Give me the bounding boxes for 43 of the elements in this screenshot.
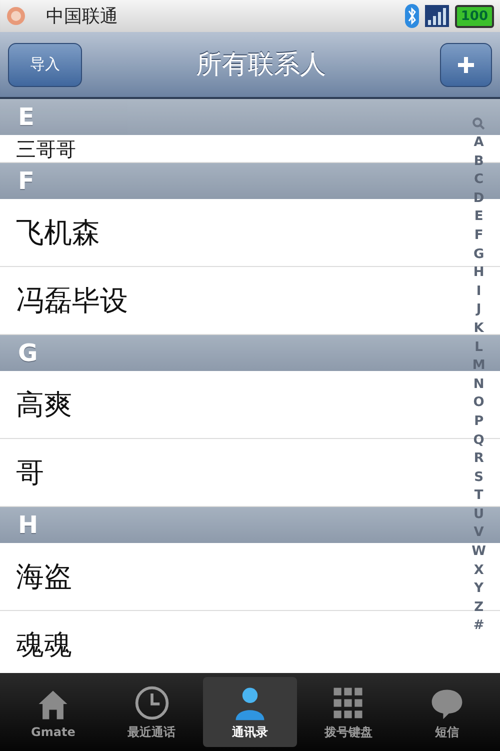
plus-icon [456, 54, 476, 74]
index-letter[interactable]: Y [474, 580, 484, 599]
index-letter[interactable]: J [476, 301, 482, 320]
index-letter[interactable]: N [473, 376, 484, 394]
index-letter[interactable]: P [474, 412, 484, 432]
index-letter[interactable]: Z [474, 598, 484, 618]
index-letter[interactable]: # [473, 617, 484, 636]
index-letter[interactable]: H [473, 264, 484, 283]
clock-icon [132, 684, 171, 722]
contact-name[interactable]: 魂魂 [16, 626, 72, 664]
index-letter[interactable]: X [474, 562, 484, 580]
index-letter[interactable]: R [474, 450, 484, 469]
index-letter[interactable]: I [476, 282, 482, 302]
contact-name[interactable]: 高爽 [16, 386, 72, 424]
tab[interactable]: 拨号键盘 [301, 677, 396, 747]
tab[interactable]: 短信 [400, 677, 494, 747]
signal-icon [424, 5, 449, 27]
page-title: 所有联系人 [196, 49, 326, 82]
app-icon [6, 6, 26, 26]
import-button[interactable]: 导入 [8, 42, 82, 86]
bluetooth-icon [404, 4, 419, 28]
index-letter[interactable]: F [474, 226, 484, 246]
index-letter[interactable]: E [474, 208, 484, 227]
contact-name[interactable]: 冯磊毕设 [16, 282, 128, 320]
add-button[interactable] [440, 42, 492, 86]
tab[interactable]: Gmate [6, 677, 100, 747]
tab[interactable]: 通讯录 [202, 677, 298, 747]
tab[interactable]: 最近通话 [104, 677, 199, 747]
contact-name[interactable]: 三哥哥 [16, 139, 76, 159]
battery-level: 100 [454, 4, 494, 28]
index-letter[interactable]: T [474, 487, 484, 506]
index-letter[interactable]: K [474, 320, 484, 339]
index-letter[interactable]: W [472, 543, 486, 562]
contact-name[interactable]: 飞机森 [16, 214, 100, 252]
section-header: E [0, 99, 500, 135]
index-letter[interactable]: G [473, 246, 484, 264]
carrier-name: 中国联通 [46, 5, 118, 28]
contact-name[interactable]: 海盗 [16, 558, 72, 596]
index-letter[interactable]: Q [473, 432, 484, 450]
index-letter[interactable]: A [474, 134, 484, 153]
index-letter[interactable]: S [474, 468, 484, 488]
index-letter[interactable]: O [473, 394, 484, 413]
contact-name[interactable]: 哥 [16, 454, 44, 492]
